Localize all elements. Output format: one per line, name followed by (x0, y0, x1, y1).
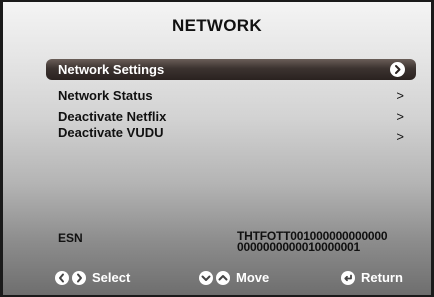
chevron-right-circle-icon (390, 62, 405, 77)
return-circle-icon (341, 270, 355, 285)
menu-item-network-settings[interactable]: Network Settings (46, 59, 416, 80)
esn-value-line-2: 0000000000010000001 (237, 240, 361, 254)
chevron-right-circle-icon (72, 270, 86, 285)
move-hint-label: Move (236, 270, 270, 285)
chevron-right-icon: > (396, 129, 404, 144)
select-hint: Select (55, 270, 130, 285)
menu-item-label: Network Settings (58, 62, 165, 77)
select-hint-label: Select (92, 270, 131, 285)
move-hint: Move (199, 270, 269, 285)
menu-item-label: Network Status (58, 88, 153, 103)
esn-value: THTFOTT001000000000000 00000000000100000… (237, 230, 388, 254)
menu-item-deactivate-netflix[interactable]: Deactivate Netflix > (46, 109, 416, 125)
footer-hints: Select Move Return (3, 270, 431, 288)
menu-item-deactivate-vudu[interactable]: Deactivate VUDU > (46, 125, 416, 144)
chevron-down-circle-icon (199, 270, 213, 285)
menu-item-label: Deactivate VUDU (58, 125, 164, 140)
chevron-right-icon: > (396, 88, 404, 103)
return-hint-label: Return (361, 270, 403, 285)
chevron-left-circle-icon (55, 270, 69, 285)
chevron-up-circle-icon (216, 270, 230, 285)
return-hint: Return (341, 270, 403, 285)
page-title: NETWORK (172, 16, 262, 35)
network-menu: Network Settings Network Status > Deacti… (46, 59, 416, 144)
tv-network-menu-screen: NETWORK Network Settings Network Status … (0, 0, 434, 297)
chevron-right-icon: > (396, 109, 404, 124)
menu-item-network-status[interactable]: Network Status > (46, 85, 416, 107)
esn-label: ESN (58, 231, 83, 245)
menu-item-label: Deactivate Netflix (58, 109, 167, 124)
